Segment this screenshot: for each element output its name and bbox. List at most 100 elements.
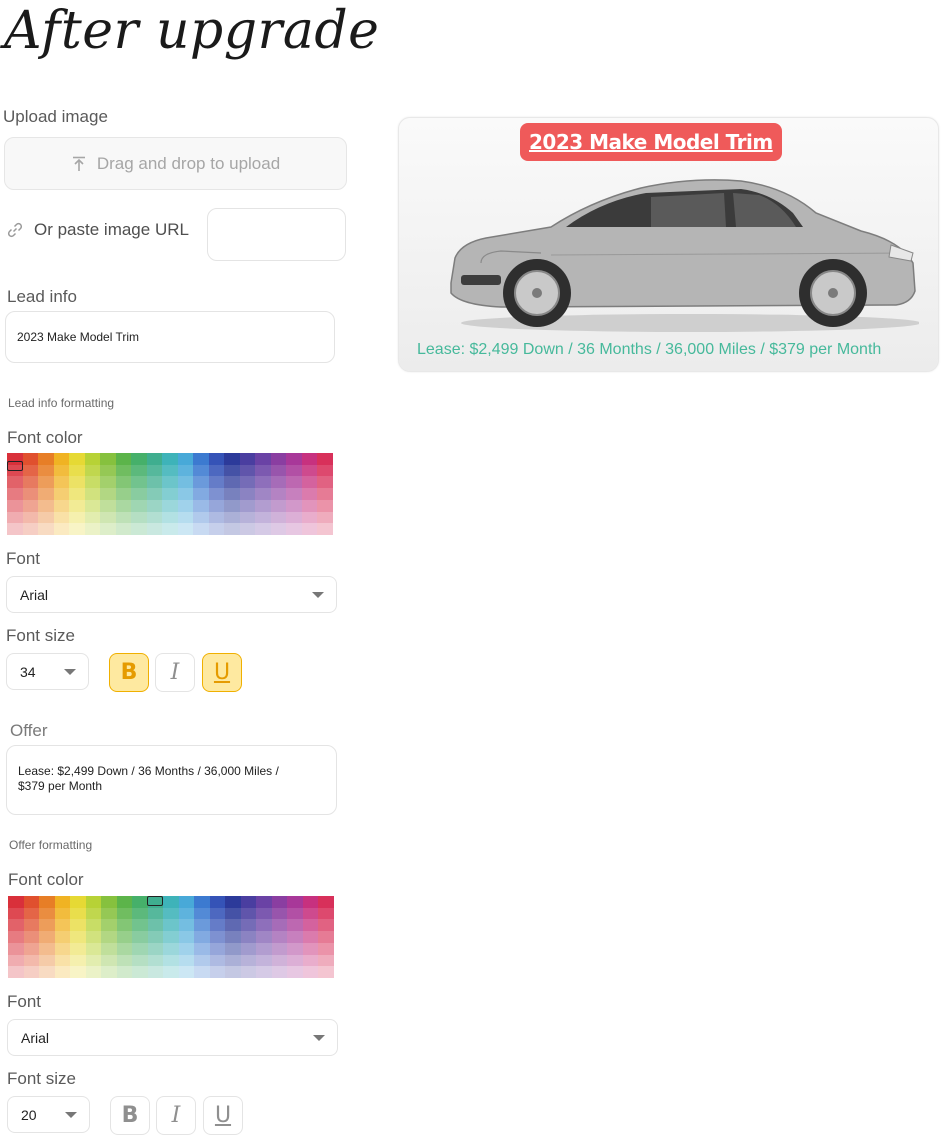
- color-swatch[interactable]: [131, 511, 147, 524]
- color-swatch[interactable]: [69, 523, 85, 535]
- color-swatch[interactable]: [317, 476, 333, 489]
- color-swatch[interactable]: [286, 476, 302, 489]
- color-swatch[interactable]: [256, 896, 272, 908]
- color-swatch[interactable]: [177, 488, 194, 500]
- color-swatch[interactable]: [240, 919, 257, 932]
- color-swatch[interactable]: [8, 954, 24, 967]
- color-swatch[interactable]: [287, 896, 303, 908]
- color-swatch[interactable]: [178, 896, 195, 908]
- color-swatch[interactable]: [194, 896, 210, 908]
- color-swatch[interactable]: [132, 942, 148, 955]
- color-swatch[interactable]: [146, 464, 163, 477]
- color-swatch[interactable]: [132, 931, 148, 943]
- color-swatch[interactable]: [239, 476, 256, 489]
- color-swatch[interactable]: [318, 931, 334, 943]
- color-swatch[interactable]: [132, 919, 148, 932]
- color-swatch[interactable]: [271, 942, 288, 955]
- color-swatch[interactable]: [194, 931, 210, 943]
- color-swatch[interactable]: [100, 476, 116, 489]
- color-swatch[interactable]: [162, 464, 178, 477]
- color-swatch[interactable]: [317, 511, 333, 524]
- color-swatch[interactable]: [84, 453, 101, 465]
- color-swatch[interactable]: [7, 488, 23, 500]
- color-swatch[interactable]: [115, 499, 132, 512]
- color-swatch[interactable]: [53, 476, 70, 489]
- color-swatch[interactable]: [177, 499, 194, 512]
- color-swatch[interactable]: [85, 907, 102, 920]
- color-swatch[interactable]: [54, 931, 71, 943]
- color-swatch[interactable]: [84, 499, 101, 512]
- color-swatch[interactable]: [178, 907, 195, 920]
- color-swatch[interactable]: [270, 523, 287, 535]
- color-swatch[interactable]: [287, 942, 303, 955]
- color-swatch[interactable]: [116, 907, 133, 920]
- color-swatch[interactable]: [177, 511, 194, 524]
- color-swatch[interactable]: [162, 453, 178, 465]
- color-swatch[interactable]: [209, 919, 226, 932]
- color-swatch[interactable]: [318, 966, 334, 978]
- color-swatch[interactable]: [116, 931, 133, 943]
- color-swatch[interactable]: [146, 523, 163, 535]
- color-swatch[interactable]: [302, 919, 319, 932]
- color-swatch[interactable]: [23, 966, 40, 978]
- color-swatch[interactable]: [100, 464, 116, 477]
- color-swatch[interactable]: [116, 966, 133, 978]
- color-swatch[interactable]: [302, 907, 319, 920]
- color-swatch[interactable]: [301, 476, 318, 489]
- color-swatch[interactable]: [193, 511, 209, 524]
- color-swatch[interactable]: [287, 966, 303, 978]
- color-swatch[interactable]: [163, 942, 179, 955]
- color-swatch[interactable]: [239, 511, 256, 524]
- color-swatch[interactable]: [209, 931, 226, 943]
- color-swatch[interactable]: [287, 907, 303, 920]
- offer-italic-button[interactable]: I: [156, 1096, 196, 1135]
- color-swatch[interactable]: [271, 919, 288, 932]
- color-swatch[interactable]: [177, 476, 194, 489]
- color-swatch[interactable]: [38, 499, 54, 512]
- color-swatch[interactable]: [85, 896, 102, 908]
- color-swatch[interactable]: [23, 954, 40, 967]
- color-swatch[interactable]: [224, 476, 240, 489]
- color-swatch[interactable]: [101, 966, 117, 978]
- color-swatch[interactable]: [225, 966, 241, 978]
- color-swatch[interactable]: [193, 464, 209, 477]
- color-swatch[interactable]: [286, 511, 302, 524]
- color-swatch[interactable]: [255, 453, 271, 465]
- color-swatch[interactable]: [147, 966, 164, 978]
- color-swatch[interactable]: [116, 954, 133, 967]
- color-swatch[interactable]: [131, 523, 147, 535]
- color-swatch[interactable]: [239, 488, 256, 500]
- color-swatch[interactable]: [178, 966, 195, 978]
- color-swatch[interactable]: [146, 453, 163, 465]
- color-swatch[interactable]: [101, 942, 117, 955]
- color-swatch[interactable]: [23, 907, 40, 920]
- offer-font-select[interactable]: Arial: [7, 1019, 338, 1056]
- color-swatch[interactable]: [178, 942, 195, 955]
- color-swatch[interactable]: [101, 896, 117, 908]
- color-swatch[interactable]: [22, 511, 39, 524]
- color-swatch[interactable]: [39, 919, 55, 932]
- color-swatch[interactable]: [193, 488, 209, 500]
- color-swatch[interactable]: [255, 476, 271, 489]
- color-swatch[interactable]: [255, 511, 271, 524]
- color-swatch[interactable]: [224, 453, 240, 465]
- color-swatch[interactable]: [100, 488, 116, 500]
- offer-font-size-select[interactable]: 20: [7, 1096, 90, 1133]
- color-swatch[interactable]: [225, 931, 241, 943]
- color-swatch[interactable]: [286, 464, 302, 477]
- color-swatch[interactable]: [209, 954, 226, 967]
- color-swatch[interactable]: [270, 511, 287, 524]
- color-swatch[interactable]: [22, 464, 39, 477]
- color-swatch[interactable]: [255, 499, 271, 512]
- color-swatch[interactable]: [255, 488, 271, 500]
- lead-info-input[interactable]: 2023 Make Model Trim: [5, 311, 335, 363]
- color-swatch[interactable]: [85, 931, 102, 943]
- color-swatch[interactable]: [84, 511, 101, 524]
- color-swatch[interactable]: [270, 499, 287, 512]
- color-swatch[interactable]: [162, 476, 178, 489]
- color-swatch[interactable]: [225, 954, 241, 967]
- color-swatch[interactable]: [287, 919, 303, 932]
- color-swatch[interactable]: [39, 966, 55, 978]
- image-url-input[interactable]: [207, 208, 346, 261]
- color-swatch[interactable]: [286, 523, 302, 535]
